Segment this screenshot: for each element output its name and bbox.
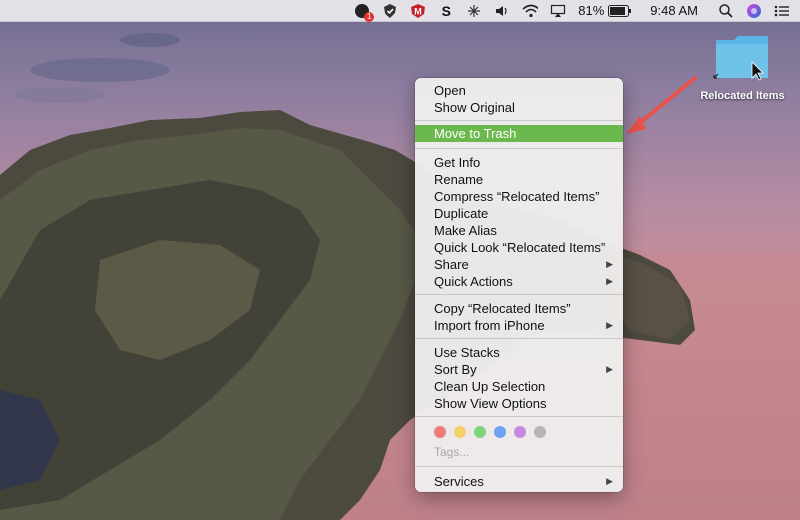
menu-item-label: Share <box>434 257 469 272</box>
notification-status-item[interactable]: 1 <box>354 0 375 22</box>
battery-icon <box>608 3 632 19</box>
security-status-item[interactable] <box>382 0 398 22</box>
s-app-icon: S <box>441 2 451 19</box>
tags-field[interactable]: Tags... <box>434 445 469 459</box>
menu-item-open[interactable]: Open <box>415 82 623 99</box>
menu-item-move-to-trash[interactable]: Move to Trash <box>415 125 623 142</box>
submenu-arrow-icon: ▶ <box>606 364 613 374</box>
siri-status-item[interactable] <box>746 0 762 22</box>
submenu-arrow-icon: ▶ <box>606 476 613 486</box>
context-menu: Open Show Original Move to Trash Get Inf… <box>415 78 623 492</box>
battery-percent: 81% <box>578 3 605 18</box>
notification-center-status-item[interactable] <box>774 0 790 22</box>
menu-item-show-view-options[interactable]: Show View Options <box>415 395 623 412</box>
tag-blue[interactable] <box>494 426 506 438</box>
clock-time: 9:48 AM <box>650 3 698 18</box>
tag-green[interactable] <box>474 426 486 438</box>
security-shield-icon <box>382 3 398 19</box>
menu-separator <box>415 148 623 149</box>
menu-item-clean-up-selection[interactable]: Clean Up Selection <box>415 378 623 395</box>
airplay-status-item[interactable] <box>550 0 566 22</box>
menu-item-quick-look[interactable]: Quick Look “Relocated Items” <box>415 239 623 256</box>
s-app-status-item[interactable]: S <box>438 0 454 22</box>
menu-item-copy[interactable]: Copy “Relocated Items” <box>415 300 623 317</box>
submenu-arrow-icon: ▶ <box>606 259 613 269</box>
menu-separator <box>415 294 623 295</box>
menu-item-get-info[interactable]: Get Info <box>415 154 623 171</box>
mcafee-icon: M <box>410 3 426 19</box>
tag-yellow[interactable] <box>454 426 466 438</box>
menu-item-use-stacks[interactable]: Use Stacks <box>415 344 623 361</box>
siri-icon <box>746 3 762 19</box>
folder-icon[interactable] <box>712 32 772 82</box>
menu-item-label: Sort By <box>434 362 477 377</box>
menu-item-label: Import from iPhone <box>434 318 545 333</box>
menu-item-label: Quick Actions <box>434 274 513 289</box>
folder-label: Relocated Items <box>700 90 785 102</box>
menu-item-rename[interactable]: Rename <box>415 171 623 188</box>
mcafee-letter: M <box>415 6 423 16</box>
menu-item-label: Services <box>434 474 484 489</box>
airplay-icon <box>550 3 566 19</box>
menu-item-show-original[interactable]: Show Original <box>415 99 623 116</box>
submenu-arrow-icon: ▶ <box>606 276 613 286</box>
wifi-status-item[interactable] <box>522 0 539 22</box>
menu-separator <box>415 120 623 121</box>
mcafee-status-item[interactable]: M <box>410 0 426 22</box>
menu-item-make-alias[interactable]: Make Alias <box>415 222 623 239</box>
menu-item-quick-actions[interactable]: Quick Actions ▶ <box>415 273 623 290</box>
notification-badge-icon: 1 <box>354 3 375 22</box>
wallpaper <box>0 33 800 520</box>
tag-red[interactable] <box>434 426 446 438</box>
menu-separator <box>415 466 623 467</box>
battery-status-item[interactable]: 81% <box>578 0 632 22</box>
desktop: 1 M S 81% 9:48 AM Relocated Items Open S… <box>0 0 800 520</box>
submenu-arrow-icon: ▶ <box>606 320 613 330</box>
menu-separator <box>415 416 623 417</box>
spin-icon <box>466 3 482 19</box>
tag-gray[interactable] <box>534 426 546 438</box>
list-icon <box>774 3 790 19</box>
volume-icon <box>494 3 510 19</box>
tag-color-row <box>434 426 546 440</box>
menu-item-services[interactable]: Services ▶ <box>415 473 623 490</box>
menu-item-compress[interactable]: Compress “Relocated Items” <box>415 188 623 205</box>
clock[interactable]: 9:48 AM <box>644 0 698 22</box>
menu-separator <box>415 338 623 339</box>
menu-item-share[interactable]: Share ▶ <box>415 256 623 273</box>
volume-status-item[interactable] <box>494 0 510 22</box>
menu-item-duplicate[interactable]: Duplicate <box>415 205 623 222</box>
menu-bar: 1 M S 81% 9:48 AM <box>0 0 800 22</box>
menu-item-sort-by[interactable]: Sort By ▶ <box>415 361 623 378</box>
tag-purple[interactable] <box>514 426 526 438</box>
menu-item-import-from-iphone[interactable]: Import from iPhone ▶ <box>415 317 623 334</box>
badge-count: 1 <box>364 11 375 22</box>
wifi-icon <box>522 3 539 19</box>
spin-status-item[interactable] <box>466 0 482 22</box>
spotlight-status-item[interactable] <box>718 0 734 22</box>
search-icon <box>718 3 734 19</box>
